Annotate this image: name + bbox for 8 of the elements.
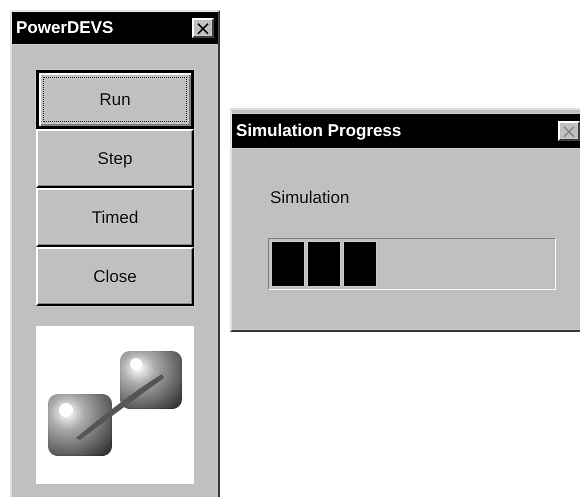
command-button[interactable]: Step [36,129,194,188]
command-button[interactable]: Run [36,70,194,129]
command-button[interactable]: Timed [36,188,194,247]
window-title: PowerDEVS [16,18,114,38]
close-button[interactable]: × [192,18,214,38]
command-button[interactable]: Close [36,247,194,306]
status-label: Simulation [270,188,350,208]
dialog-title: Simulation Progress [236,121,402,141]
